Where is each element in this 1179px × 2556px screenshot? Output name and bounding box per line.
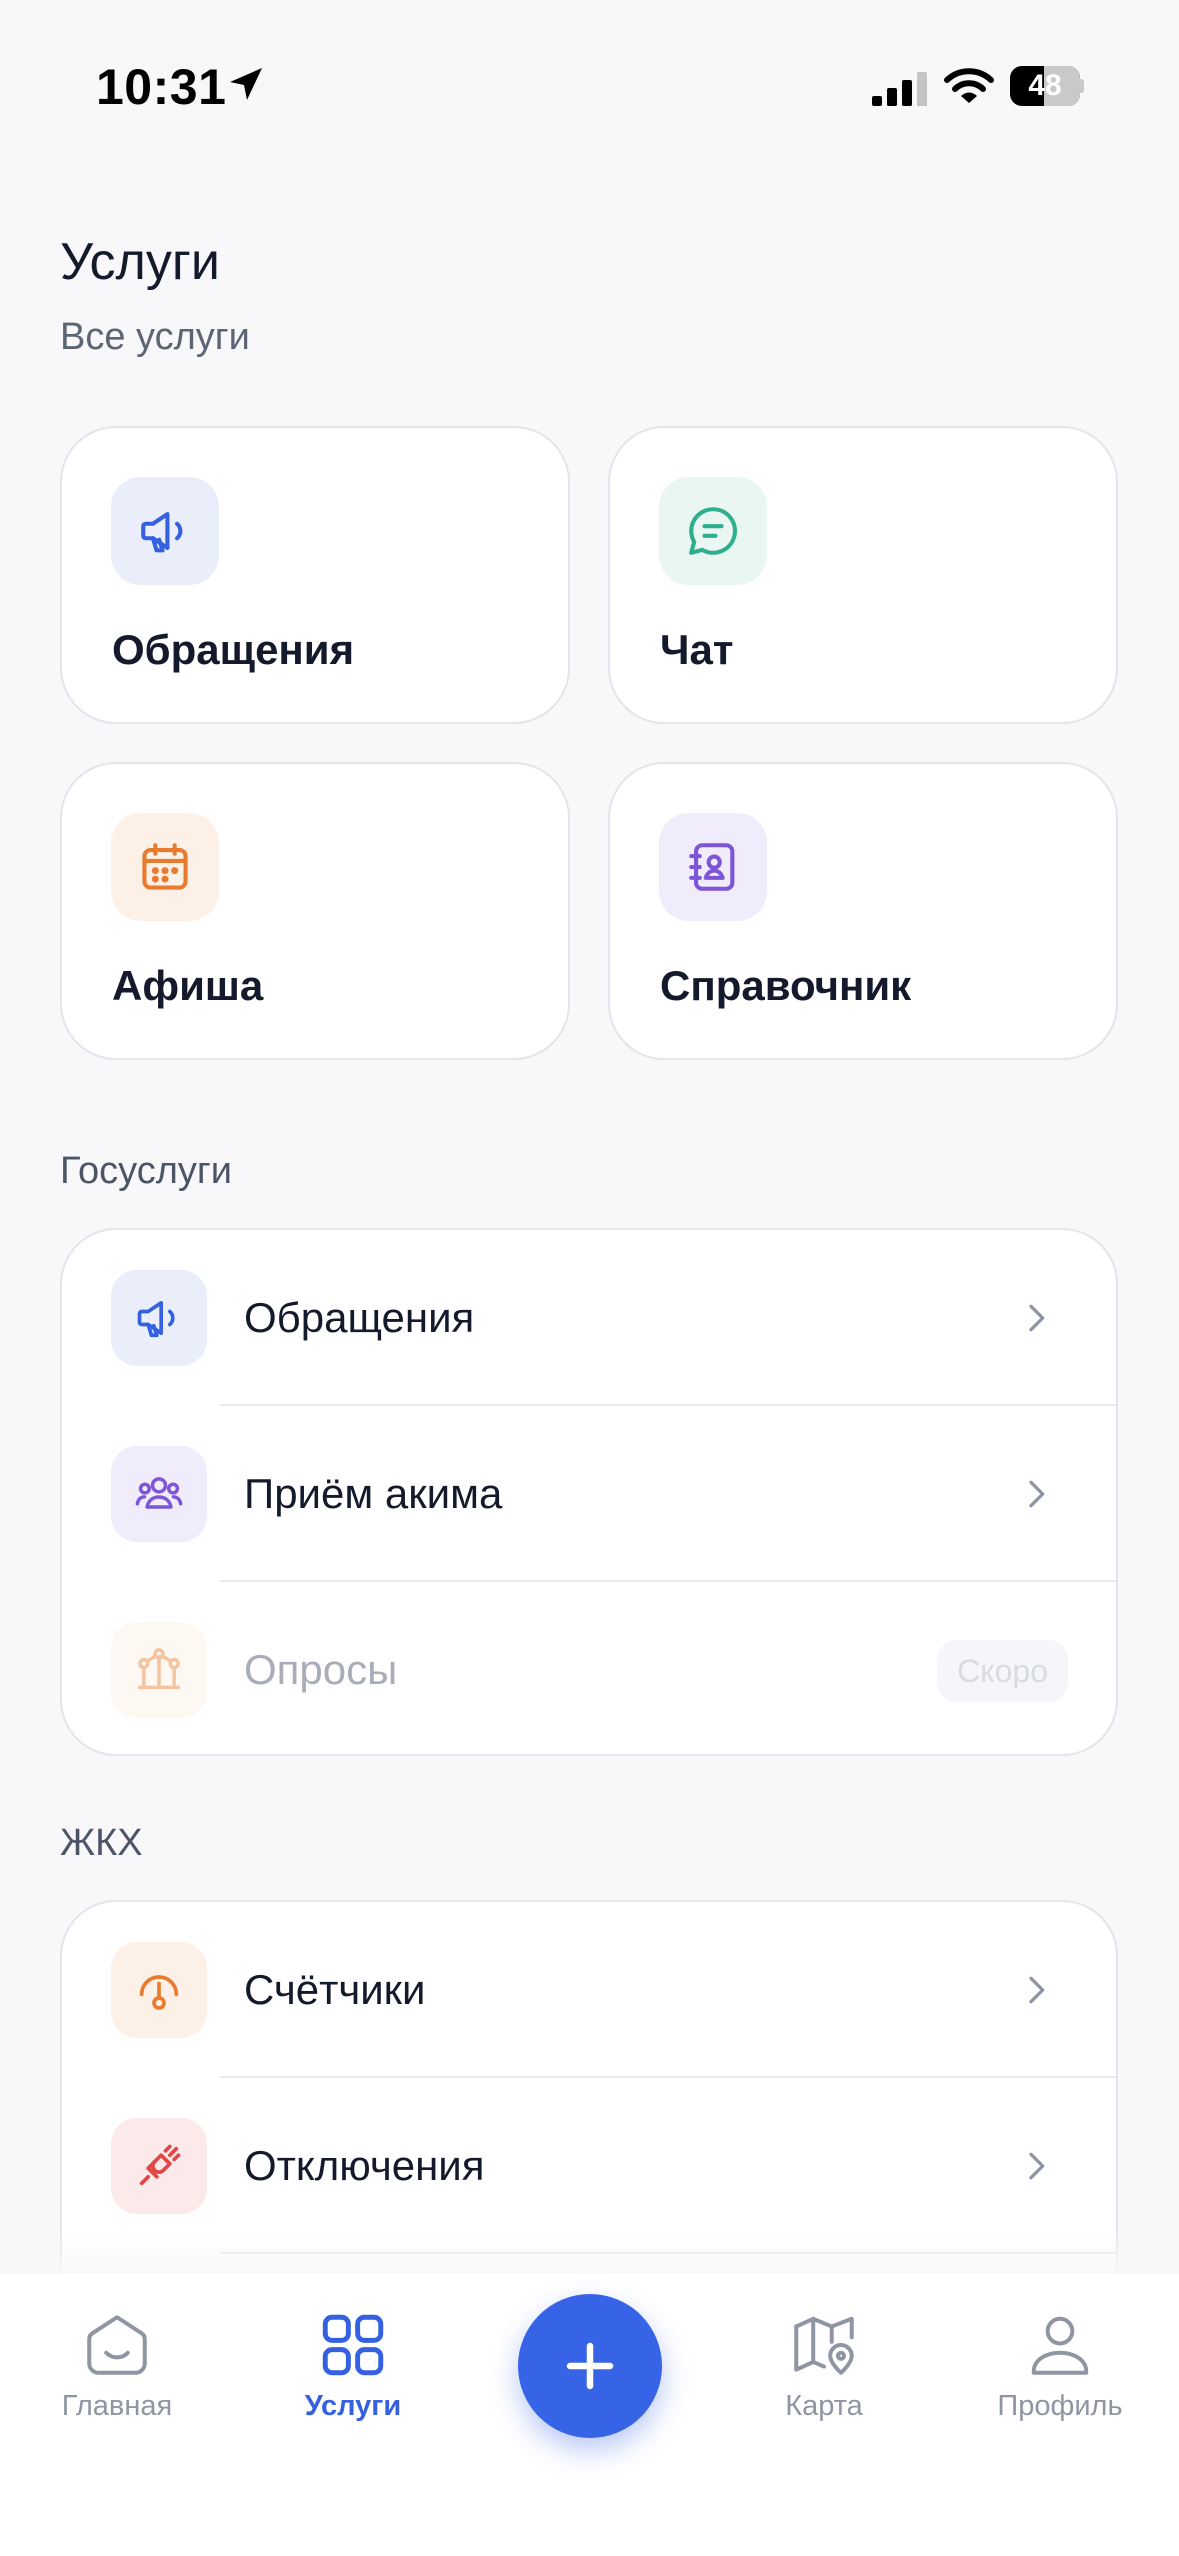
battery-percent: 48	[1028, 69, 1062, 102]
contact-book-icon	[659, 813, 767, 921]
tab-label: Профиль	[997, 2390, 1123, 2422]
tile-events[interactable]: Афиша	[60, 762, 570, 1060]
grid-icon	[322, 2314, 384, 2376]
page-subtitle: Все услуги	[60, 316, 250, 358]
tile-directory[interactable]: Справочник	[608, 762, 1118, 1060]
list-item-outages[interactable]: Отключения	[62, 2078, 1116, 2254]
section-title-gov: Госуслуги	[60, 1150, 233, 1192]
list-item-label: Опросы	[244, 1646, 398, 1693]
status-bar: 10:31 48	[0, 0, 1179, 170]
tile-label: Афиша	[112, 962, 264, 1009]
tab-profile[interactable]: Профиль	[960, 2308, 1160, 2423]
tile-label: Справочник	[660, 962, 912, 1009]
add-button[interactable]	[518, 2294, 662, 2438]
chat-icon	[659, 477, 767, 585]
calendar-icon	[111, 813, 219, 921]
coming-soon-badge: Скоро	[937, 1640, 1068, 1702]
status-time: 10:31	[96, 59, 227, 115]
list-item-label: Счётчики	[244, 1966, 426, 2013]
tab-label: Услуги	[304, 2390, 402, 2422]
tab-label: Карта	[785, 2390, 863, 2422]
list-item-label: Приём акима	[244, 1470, 503, 1517]
tile-label: Обращения	[112, 626, 355, 673]
chevron-right-icon	[1029, 1976, 1045, 2004]
location-arrow-icon	[230, 68, 262, 100]
chevron-right-icon	[1029, 1480, 1045, 1508]
people-icon	[111, 1446, 207, 1542]
chevron-right-icon	[1029, 2152, 1045, 2180]
list-item-appeals[interactable]: Обращения	[62, 1230, 1116, 1406]
tab-map[interactable]: Карта	[724, 2308, 924, 2423]
page-title: Услуги	[60, 233, 220, 291]
list-item-label: Отключения	[244, 2142, 485, 2189]
chevron-right-icon	[1029, 1304, 1045, 1332]
tab-home[interactable]: Главная	[17, 2308, 217, 2423]
tile-appeals[interactable]: Обращения	[60, 426, 570, 724]
profile-icon	[1031, 2316, 1089, 2375]
list-item-akim-reception[interactable]: Приём акима	[62, 1406, 1116, 1582]
tile-chat[interactable]: Чат	[608, 426, 1118, 724]
tab-services[interactable]: Услуги	[253, 2308, 453, 2423]
battery-indicator: 48	[1010, 66, 1084, 106]
tile-label: Чат	[660, 626, 734, 673]
cellular-signal-icon	[872, 72, 927, 106]
plus-icon	[566, 2342, 614, 2390]
list-item-label: Обращения	[244, 1294, 475, 1341]
section-title-housing: ЖКХ	[60, 1822, 143, 1864]
map-icon	[794, 2316, 854, 2375]
wifi-icon	[944, 68, 994, 103]
tab-label: Главная	[61, 2390, 173, 2422]
gov-services-list: Обращения Приём акима Опросы Скоро	[60, 1228, 1118, 1756]
meter-icon	[111, 1942, 207, 2038]
megaphone-icon	[111, 477, 219, 585]
list-item-polls: Опросы Скоро	[62, 1582, 1116, 1754]
poll-icon	[111, 1622, 207, 1718]
unplug-icon	[111, 2118, 207, 2214]
list-item-meters[interactable]: Счётчики	[62, 1902, 1116, 2078]
home-icon	[87, 2315, 147, 2375]
tab-bar: Главная Услуги Карта Профиль	[0, 2274, 1179, 2556]
megaphone-icon	[111, 1270, 207, 1366]
